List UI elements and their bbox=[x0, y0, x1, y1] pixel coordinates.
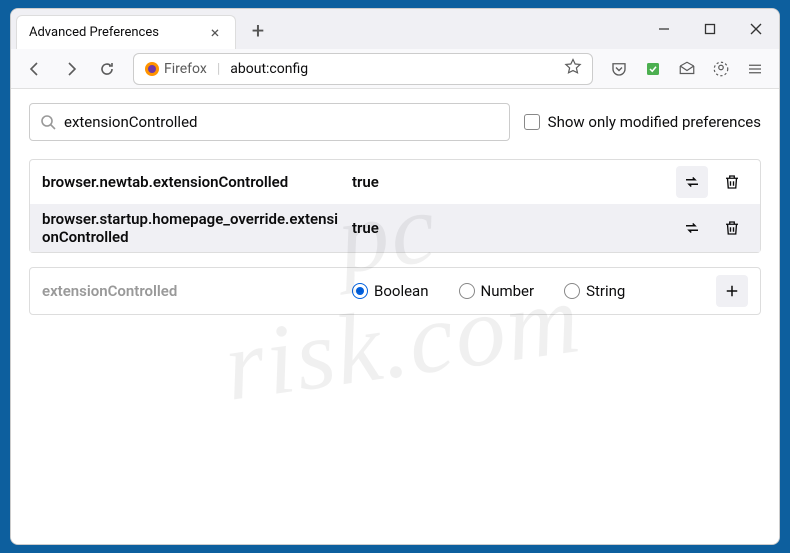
delete-button[interactable] bbox=[716, 166, 748, 198]
radio-boolean[interactable]: Boolean bbox=[352, 282, 429, 300]
radio-icon bbox=[564, 283, 580, 299]
add-preference-button[interactable] bbox=[716, 275, 748, 307]
delete-button[interactable] bbox=[716, 212, 748, 244]
tab-strip: Advanced Preferences × + bbox=[11, 9, 779, 49]
tab-title: Advanced Preferences bbox=[29, 25, 207, 40]
toolbar-right bbox=[603, 53, 771, 85]
url-bar[interactable]: Firefox | about:config bbox=[133, 53, 593, 85]
mail-icon[interactable] bbox=[671, 53, 703, 85]
search-input[interactable]: extensionControlled bbox=[29, 103, 510, 141]
new-tab-button[interactable]: + bbox=[242, 15, 274, 47]
radio-icon bbox=[352, 283, 368, 299]
tab-advanced-preferences[interactable]: Advanced Preferences × bbox=[16, 15, 236, 49]
search-icon bbox=[40, 114, 56, 130]
urlbar-divider: | bbox=[217, 61, 220, 77]
bookmark-star-icon[interactable] bbox=[564, 58, 582, 80]
radio-icon bbox=[459, 283, 475, 299]
nav-toolbar: Firefox | about:config bbox=[11, 49, 779, 89]
toggle-button[interactable] bbox=[676, 212, 708, 244]
radio-label: Number bbox=[481, 282, 535, 300]
forward-button[interactable] bbox=[55, 53, 87, 85]
search-value: extensionControlled bbox=[64, 113, 499, 131]
new-pref-name: extensionControlled bbox=[42, 282, 342, 300]
pref-actions bbox=[676, 212, 748, 244]
search-row: extensionControlled Show only modified p… bbox=[29, 103, 761, 141]
identity-label: Firefox bbox=[164, 61, 207, 77]
pref-value: true bbox=[352, 219, 666, 237]
toggle-button[interactable] bbox=[676, 166, 708, 198]
pref-name: browser.startup.homepage_override.extens… bbox=[42, 210, 342, 246]
checkbox-label: Show only modified preferences bbox=[548, 113, 761, 131]
pref-value: true bbox=[352, 173, 666, 191]
maximize-button[interactable] bbox=[687, 9, 733, 49]
pocket-icon[interactable] bbox=[603, 53, 635, 85]
minimize-button[interactable] bbox=[641, 9, 687, 49]
show-only-modified-checkbox[interactable]: Show only modified preferences bbox=[524, 113, 761, 131]
identity-box[interactable]: Firefox bbox=[144, 61, 207, 77]
pref-name: browser.newtab.extensionControlled bbox=[42, 173, 342, 191]
reload-button[interactable] bbox=[91, 53, 123, 85]
new-preference-creator: extensionControlled Boolean Number Strin… bbox=[29, 267, 761, 315]
pref-row: browser.startup.homepage_override.extens… bbox=[30, 204, 760, 252]
pref-row: browser.newtab.extensionControlled true bbox=[30, 160, 760, 204]
type-radio-group: Boolean Number String bbox=[352, 282, 706, 300]
radio-label: String bbox=[586, 282, 625, 300]
hamburger-menu-icon[interactable] bbox=[739, 53, 771, 85]
extension-icon[interactable] bbox=[637, 53, 669, 85]
radio-label: Boolean bbox=[374, 282, 429, 300]
content-area: extensionControlled Show only modified p… bbox=[11, 89, 779, 544]
urlbar-text: about:config bbox=[230, 61, 558, 77]
radio-number[interactable]: Number bbox=[459, 282, 535, 300]
tab-close-button[interactable]: × bbox=[207, 25, 223, 41]
close-button[interactable] bbox=[733, 9, 779, 49]
profile-icon[interactable] bbox=[705, 53, 737, 85]
checkbox-icon bbox=[524, 114, 540, 130]
back-button[interactable] bbox=[19, 53, 51, 85]
pref-actions bbox=[676, 166, 748, 198]
preference-table: browser.newtab.extensionControlled true … bbox=[29, 159, 761, 253]
radio-string[interactable]: String bbox=[564, 282, 625, 300]
firefox-icon bbox=[144, 61, 160, 77]
browser-window: Advanced Preferences × + Firefox | about… bbox=[10, 8, 780, 545]
window-controls bbox=[641, 9, 779, 49]
